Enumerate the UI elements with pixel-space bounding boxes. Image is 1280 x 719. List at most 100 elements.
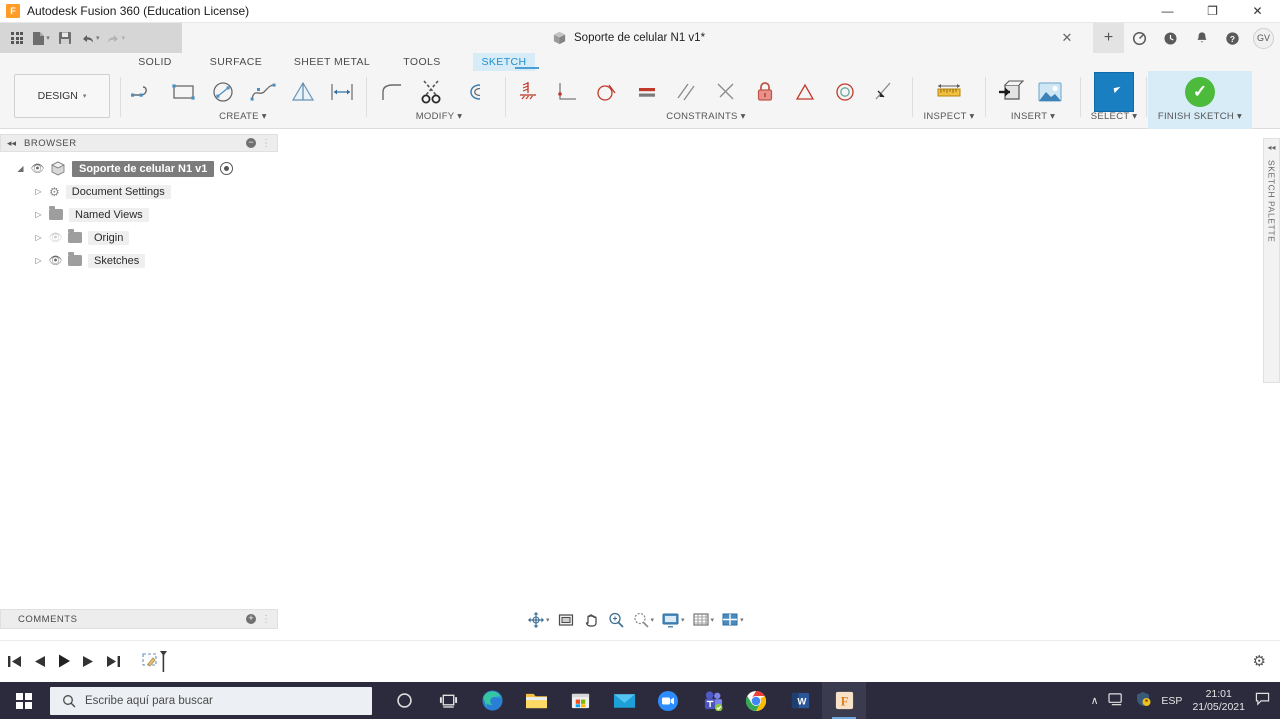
- panel-finish-sketch-label[interactable]: FINISH SKETCH ▾: [1148, 111, 1252, 122]
- expand-arrow-icon[interactable]: ▷: [34, 256, 43, 265]
- timeline-step-back[interactable]: [32, 654, 47, 669]
- perpendicular-constraint[interactable]: [548, 71, 588, 113]
- zoom-window-caret[interactable]: ▾: [651, 616, 655, 624]
- timeline-go-to-end[interactable]: [105, 654, 122, 669]
- language-indicator[interactable]: ESP: [1161, 695, 1182, 707]
- new-file-icon[interactable]: ▾: [30, 26, 52, 50]
- network-icon[interactable]: [1108, 692, 1125, 710]
- expand-arrow-icon[interactable]: ▷: [34, 233, 43, 242]
- redo-caret[interactable]: ▾: [122, 34, 126, 42]
- concentric-constraint[interactable]: [825, 71, 865, 113]
- root-expand-triangle[interactable]: ◢: [16, 164, 25, 173]
- new-tab-button[interactable]: +: [1093, 23, 1124, 53]
- task-view-icon[interactable]: [426, 682, 470, 719]
- timeline-go-to-start[interactable]: [6, 654, 23, 669]
- comments-resize-handle[interactable]: ⋮: [261, 614, 271, 625]
- comments-add-icon[interactable]: +: [246, 614, 256, 624]
- browser-resize-handle[interactable]: ⋮: [261, 138, 271, 149]
- orbit-caret[interactable]: ▾: [546, 616, 550, 624]
- undo-icon[interactable]: ▾: [78, 26, 102, 50]
- sketch-timeline-icon[interactable]: [141, 648, 167, 674]
- expand-arrow-icon[interactable]: ▷: [34, 187, 43, 196]
- expand-arrow-icon[interactable]: ▷: [34, 210, 43, 219]
- spline-tool[interactable]: [243, 71, 283, 113]
- job-status-icon[interactable]: [1124, 23, 1155, 53]
- circle-tool[interactable]: [203, 71, 243, 113]
- chrome-icon[interactable]: [734, 682, 778, 719]
- close-button[interactable]: ✕: [1235, 0, 1280, 23]
- grid-snaps-caret[interactable]: ▾: [711, 616, 715, 624]
- parallel-constraint[interactable]: [666, 71, 706, 113]
- tab-surface[interactable]: SURFACE: [196, 53, 276, 71]
- root-activate-radio[interactable]: [220, 162, 234, 175]
- tray-chevron-icon[interactable]: ∧: [1091, 695, 1099, 707]
- fix-unfix-constraint[interactable]: [508, 67, 548, 113]
- viewports-caret[interactable]: ▾: [740, 616, 744, 624]
- security-icon[interactable]: [1135, 691, 1151, 710]
- offset-tool[interactable]: [452, 71, 492, 113]
- orbit-tool[interactable]: ▾: [527, 611, 550, 629]
- equal-constraint[interactable]: [627, 71, 667, 113]
- root-visibility-icon[interactable]: 👁: [31, 162, 45, 175]
- timeline-step-forward[interactable]: [81, 654, 96, 669]
- microsoft-store-icon[interactable]: [558, 682, 602, 719]
- browser-collapse-icon[interactable]: ◂◂: [7, 138, 16, 149]
- redo-icon[interactable]: ▾: [104, 26, 128, 50]
- insert-canvas-image-icon[interactable]: [1030, 71, 1070, 113]
- recent-documents-icon[interactable]: [1155, 23, 1186, 53]
- word-icon[interactable]: W: [778, 682, 822, 719]
- browser-minimize-icon[interactable]: −: [246, 138, 256, 148]
- maximize-button[interactable]: ❐: [1190, 0, 1235, 23]
- insert-derive-tool[interactable]: [990, 71, 1030, 113]
- trim-tool[interactable]: [412, 71, 452, 113]
- select-tool[interactable]: [1094, 71, 1134, 113]
- pan-tool[interactable]: [582, 611, 600, 629]
- avatar[interactable]: GV: [1253, 27, 1274, 49]
- symmetry-constraint[interactable]: [785, 71, 825, 113]
- panel-inspect-label[interactable]: INSPECT ▾: [918, 111, 980, 122]
- edge-icon[interactable]: [470, 682, 514, 719]
- sidebar-item-sketches[interactable]: ▷ 👁 Sketches: [0, 249, 278, 272]
- windows-start-icon[interactable]: [0, 682, 48, 719]
- fillet-tool[interactable]: [372, 71, 412, 113]
- fusion360-taskbar-icon[interactable]: F: [822, 682, 866, 719]
- minimize-button[interactable]: —: [1145, 0, 1190, 23]
- visibility-icon[interactable]: 👁: [49, 254, 63, 267]
- collinear-constraint[interactable]: [864, 71, 904, 113]
- visibility-off-icon[interactable]: 👁: [49, 231, 63, 244]
- zoom-app-icon[interactable]: [646, 682, 690, 719]
- bell-icon[interactable]: [1186, 23, 1217, 53]
- design-workspace-menu[interactable]: DESIGN ▾: [14, 74, 110, 118]
- sidebar-item-named-views[interactable]: ▷ Named Views: [0, 203, 278, 226]
- file-explorer-icon[interactable]: [514, 682, 558, 719]
- settings-gear-icon[interactable]: ⚙: [1253, 652, 1266, 670]
- tab-solid[interactable]: SOLID: [110, 53, 200, 71]
- teams-icon[interactable]: [690, 682, 734, 719]
- action-center-icon[interactable]: [1255, 692, 1270, 709]
- undo-caret[interactable]: ▾: [96, 34, 100, 42]
- taskbar-clock[interactable]: 21:01 21/05/2021: [1192, 688, 1245, 714]
- measure-tool[interactable]: [929, 71, 969, 113]
- new-file-caret[interactable]: ▾: [46, 34, 50, 42]
- comments-panel[interactable]: COMMENTS + ⋮: [0, 609, 278, 629]
- sketch-palette-collapse-icon[interactable]: ◂◂: [1267, 143, 1275, 152]
- fit-tool[interactable]: [557, 611, 575, 629]
- cortana-icon[interactable]: [382, 682, 426, 719]
- mirror-tool[interactable]: [283, 71, 323, 113]
- lock-icon[interactable]: [746, 71, 786, 113]
- save-icon[interactable]: [54, 26, 76, 50]
- taskbar-search-input[interactable]: Escribe aquí para buscar: [50, 686, 372, 715]
- tab-tools[interactable]: TOOLS: [388, 53, 456, 71]
- document-tab[interactable]: Soporte de celular N1 v1*: [540, 23, 716, 53]
- sketch-palette-tab[interactable]: ◂◂ SKETCH PALETTE: [1263, 138, 1280, 383]
- display-settings[interactable]: ▾: [661, 611, 685, 629]
- finish-sketch-button[interactable]: ✓: [1180, 71, 1220, 113]
- rectangle-tool[interactable]: [164, 71, 204, 113]
- timeline-play[interactable]: [56, 653, 72, 669]
- sidebar-item-origin[interactable]: ▷ 👁 Origin: [0, 226, 278, 249]
- view-cube[interactable]: Z X Y RIGHT: [1178, 155, 1270, 247]
- sketch-dimension-tool[interactable]: [322, 71, 362, 113]
- display-settings-caret[interactable]: ▾: [681, 616, 685, 624]
- mail-icon[interactable]: [602, 682, 646, 719]
- zoom-tool[interactable]: [607, 611, 625, 629]
